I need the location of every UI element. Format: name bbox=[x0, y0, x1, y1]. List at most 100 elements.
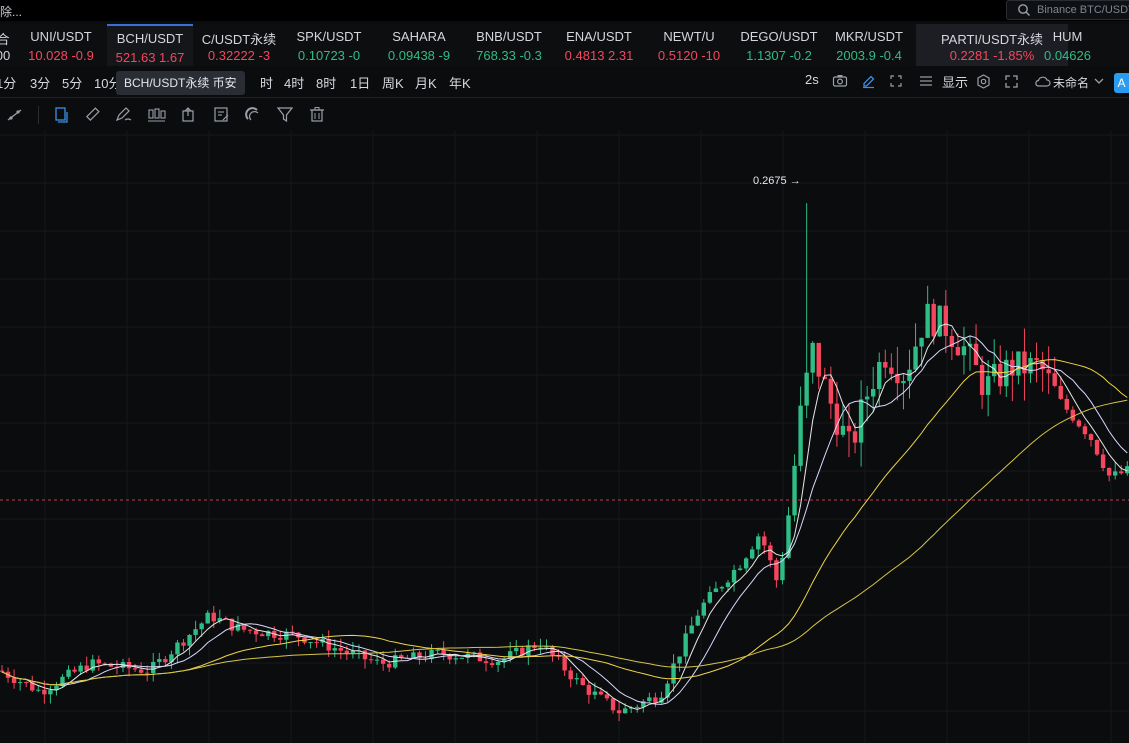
candle-body bbox=[901, 380, 906, 384]
trash-icon[interactable] bbox=[309, 106, 325, 123]
tf-8h[interactable]: 8时 bbox=[316, 73, 336, 92]
display-menu[interactable]: 显示 bbox=[942, 72, 968, 91]
ticker-quote: 0.32222 -3 bbox=[207, 48, 271, 63]
ticker-4[interactable]: SAHARA 0.09438 -9 bbox=[376, 24, 462, 66]
pen-icon[interactable] bbox=[115, 106, 133, 123]
ticker-quote: 0.10723 -0 bbox=[297, 48, 361, 63]
pencil-icon[interactable] bbox=[861, 74, 876, 89]
ma-line-long bbox=[1, 399, 1128, 686]
ticker-1[interactable]: BCH/USDT 521.63 1.67 bbox=[107, 24, 193, 66]
search-input[interactable]: Binance BTC/USDT bbox=[1006, 0, 1129, 20]
candle-body bbox=[145, 672, 150, 674]
cloud-icon[interactable] bbox=[1034, 75, 1051, 88]
candle-body bbox=[616, 710, 622, 714]
candle-body bbox=[187, 634, 192, 646]
search-icon bbox=[1018, 4, 1030, 16]
ticker-11[interactable]: HUM 0.04626 bbox=[1006, 24, 1129, 66]
candle-body bbox=[24, 682, 29, 684]
copy-icon[interactable] bbox=[53, 106, 69, 124]
magnet-icon[interactable] bbox=[244, 106, 261, 123]
fullscreen-icon[interactable] bbox=[1004, 74, 1019, 89]
candle-body bbox=[604, 694, 610, 699]
ticker-symbol: NEWT/U bbox=[663, 29, 715, 44]
candle-body bbox=[374, 659, 380, 661]
candle-body bbox=[871, 389, 876, 397]
candle-body bbox=[66, 669, 71, 677]
tf-hidden[interactable]: 时 bbox=[260, 73, 273, 92]
candle-body bbox=[1022, 351, 1027, 374]
ticker-7[interactable]: NEWT/U 0.5120 -10 bbox=[646, 24, 732, 66]
candle-body bbox=[489, 663, 495, 666]
ticker-9[interactable]: MKR/USDT 2003.9 -0.4 bbox=[826, 24, 912, 66]
candle-body bbox=[683, 633, 688, 657]
candle-body bbox=[792, 465, 797, 516]
candle-body bbox=[1082, 426, 1088, 435]
symbol-tooltip: BCH/USDT永续 币安 bbox=[116, 71, 245, 95]
ticker-3[interactable]: SPK/USDT 0.10723 -0 bbox=[286, 24, 372, 66]
upload-icon[interactable] bbox=[181, 106, 195, 123]
note-icon[interactable] bbox=[213, 106, 230, 123]
trend-line-icon[interactable] bbox=[6, 107, 24, 123]
tf-4h[interactable]: 4时 bbox=[284, 73, 304, 92]
ruler-icon[interactable] bbox=[84, 106, 101, 123]
filter-icon[interactable] bbox=[277, 106, 293, 123]
candle-body bbox=[1076, 420, 1082, 427]
tf-1m[interactable]: 1分 bbox=[0, 73, 16, 92]
settings-icon[interactable] bbox=[976, 74, 991, 89]
candle-body bbox=[1016, 351, 1021, 376]
ticker-symbol: UNI/USDT bbox=[30, 29, 92, 44]
candle-body bbox=[979, 364, 985, 395]
candle-body bbox=[913, 346, 918, 370]
interval-selector[interactable]: 2s bbox=[805, 72, 819, 87]
ticker-2[interactable]: C/USDT永续 0.32222 -3 bbox=[196, 24, 282, 66]
ticker-symbol: SPK/USDT bbox=[296, 29, 362, 44]
drawing-toolbar bbox=[0, 103, 1129, 127]
tf-month[interactable]: 月K bbox=[415, 73, 437, 92]
candle-body bbox=[151, 661, 156, 674]
tf-year[interactable]: 年K bbox=[449, 73, 471, 92]
chevron-down-icon[interactable] bbox=[1094, 78, 1104, 85]
candle-body bbox=[42, 689, 47, 695]
ticker-symbol: BNB/USDT bbox=[476, 29, 542, 44]
candle-body bbox=[338, 648, 343, 651]
candle-body bbox=[889, 367, 894, 374]
price-chart[interactable]: 0.2675 → bbox=[0, 131, 1129, 743]
candle-body bbox=[955, 347, 961, 356]
ticker-stub[interactable]: 合 00 bbox=[0, 24, 12, 66]
candle-body bbox=[278, 637, 283, 640]
ticker-quote: 2003.9 -0.4 bbox=[836, 48, 902, 63]
candle-body bbox=[689, 625, 694, 634]
ticker-8[interactable]: DEGO/USDT 1.1307 -0.2 bbox=[736, 24, 822, 66]
tf-3m[interactable]: 3分 bbox=[30, 73, 50, 92]
candle-body bbox=[937, 305, 942, 337]
action-button[interactable]: A bbox=[1114, 73, 1129, 93]
screenshot-icon[interactable] bbox=[889, 74, 903, 88]
candle-body bbox=[247, 629, 253, 631]
candle-body bbox=[743, 558, 749, 569]
candle-body bbox=[1113, 471, 1118, 476]
tf-5m[interactable]: 5分 bbox=[62, 73, 82, 92]
candle-compare-icon[interactable] bbox=[147, 106, 166, 123]
candle-body bbox=[840, 425, 846, 435]
candle-body bbox=[852, 431, 858, 443]
tf-week[interactable]: 周K bbox=[382, 73, 404, 92]
candle-body bbox=[36, 689, 41, 691]
layout-name[interactable]: 未命名 bbox=[1053, 74, 1089, 91]
ticker-6[interactable]: ENA/USDT 0.4813 2.31 bbox=[556, 24, 642, 66]
candle-body bbox=[586, 685, 592, 695]
ticker-5[interactable]: BNB/USDT 768.33 -0.3 bbox=[466, 24, 552, 66]
list-icon[interactable] bbox=[919, 75, 933, 87]
camera-icon[interactable] bbox=[832, 74, 848, 88]
candle-body bbox=[610, 698, 616, 711]
candle-body bbox=[985, 376, 991, 395]
candle-body bbox=[598, 691, 604, 695]
candle-body bbox=[550, 646, 555, 655]
tf-1d[interactable]: 1日 bbox=[350, 73, 370, 92]
candle-body bbox=[181, 642, 186, 646]
candle-body bbox=[798, 405, 803, 466]
divider bbox=[0, 97, 1129, 98]
candle-body bbox=[943, 305, 948, 336]
candle-body bbox=[580, 678, 585, 686]
ticker-0[interactable]: UNI/USDT 10.028 -0.9 bbox=[18, 24, 104, 66]
candle-body bbox=[163, 659, 168, 663]
